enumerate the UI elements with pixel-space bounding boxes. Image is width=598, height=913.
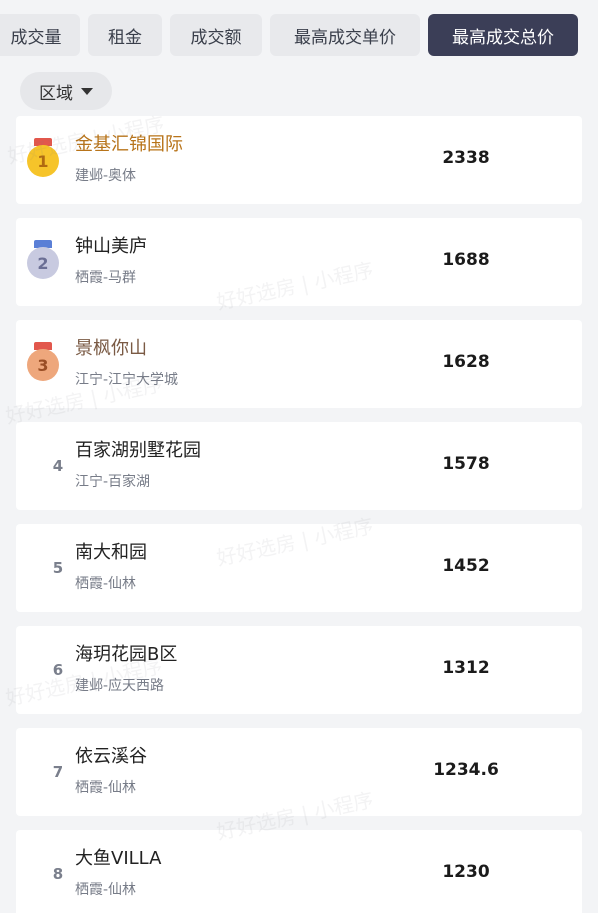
rank-number: 4 (52, 457, 64, 475)
community-name: 景枫你山 (75, 338, 147, 359)
silver-medal-icon: 2 (26, 240, 60, 282)
max-total-price: 1452 (442, 556, 490, 576)
community-area: 栖霞-仙林 (75, 576, 137, 592)
gold-medal-icon: 1 (26, 138, 60, 180)
max-total-price: 1312 (442, 658, 490, 678)
list-item[interactable]: 7 依云溪谷 栖霞-仙林 1234.6 (16, 728, 582, 816)
community-name: 依云溪谷 (75, 746, 147, 767)
community-name: 南大和园 (75, 542, 147, 563)
max-total-price: 1234.6 (433, 760, 499, 780)
list-item[interactable]: 3 景枫你山 江宁-江宁大学城 1628 (16, 320, 582, 408)
list-item[interactable]: 5 南大和园 栖霞-仙林 1452 (16, 524, 582, 612)
rank-number: 6 (52, 661, 64, 679)
max-total-price: 1230 (442, 862, 490, 882)
community-name: 金基汇锦国际 (75, 134, 183, 155)
community-name: 大鱼VILLA (75, 848, 162, 869)
max-total-price: 1688 (442, 250, 490, 270)
community-name: 钟山美庐 (75, 236, 147, 257)
rank-number: 8 (52, 865, 64, 883)
community-name: 海玥花园B区 (75, 644, 178, 665)
max-total-price: 1628 (442, 352, 490, 372)
list-item[interactable]: 8 大鱼VILLA 栖霞-仙林 1230 (16, 830, 582, 913)
community-area: 栖霞-仙林 (75, 780, 137, 796)
community-name: 百家湖别墅花园 (75, 440, 201, 461)
list-item[interactable]: 4 百家湖别墅花园 江宁-百家湖 1578 (16, 422, 582, 510)
community-area: 栖霞-马群 (75, 270, 137, 286)
community-area: 江宁-百家湖 (75, 474, 151, 490)
bronze-medal-icon: 3 (26, 342, 60, 384)
rank-number: 5 (52, 559, 64, 577)
community-area: 江宁-江宁大学城 (75, 372, 179, 388)
ranking-list: 1 金基汇锦国际 建邺-奥体 2338 2 钟山美庐 栖霞-马群 1688 3 … (0, 0, 598, 913)
community-area: 建邺-奥体 (75, 168, 137, 184)
rank-number: 7 (52, 763, 64, 781)
max-total-price: 1578 (442, 454, 490, 474)
max-total-price: 2338 (442, 148, 490, 168)
list-item[interactable]: 1 金基汇锦国际 建邺-奥体 2338 (16, 116, 582, 204)
list-item[interactable]: 2 钟山美庐 栖霞-马群 1688 (16, 218, 582, 306)
community-area: 栖霞-仙林 (75, 882, 137, 898)
community-area: 建邺-应天西路 (75, 678, 165, 694)
list-item[interactable]: 6 海玥花园B区 建邺-应天西路 1312 (16, 626, 582, 714)
